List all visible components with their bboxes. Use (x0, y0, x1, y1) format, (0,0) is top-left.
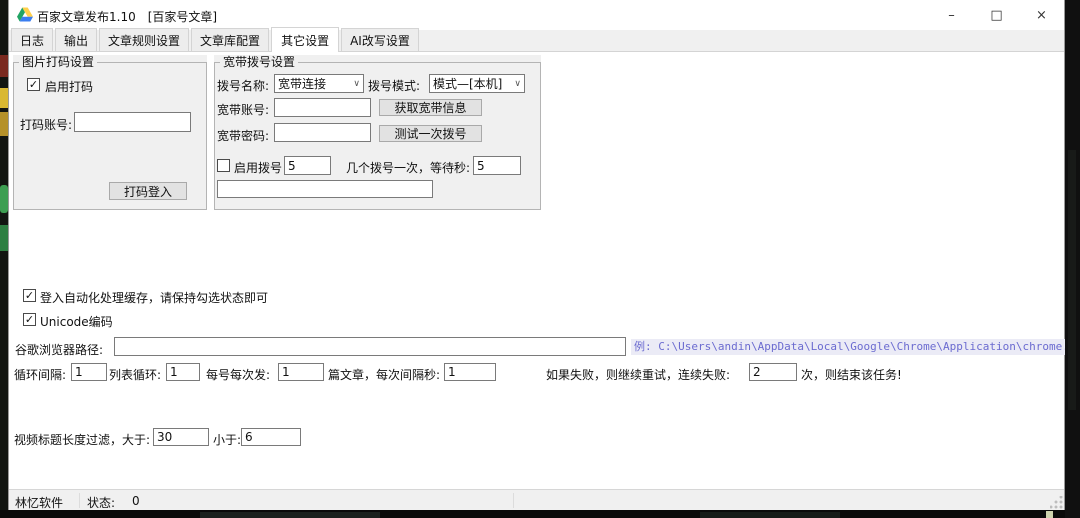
loop-interval-input[interactable] (71, 363, 107, 381)
minimize-button[interactable]: – (929, 0, 974, 30)
app-title-suffix: [百家号文章] (148, 10, 217, 24)
window-controls: – □ × (929, 0, 1064, 30)
tab-other-settings[interactable]: 其它设置 (271, 27, 339, 52)
tab-article-rules[interactable]: 文章规则设置 (99, 28, 189, 51)
window-title: 百家文章发布1.10 [百家号文章] (37, 8, 217, 25)
captcha-group-title: 图片打码设置 (19, 55, 97, 69)
statusbar-status-label: 状态: (87, 494, 115, 511)
enable-captcha-checkbox[interactable]: ✓ (27, 78, 40, 91)
dial-settings-group: 宽带拨号设置 拨号名称: 宽带连接 ∨ 拨号模式: 模式—[本机] ∨ 宽带账号… (214, 55, 541, 210)
test-dial-button[interactable]: 测试一次拨号 (379, 125, 482, 142)
gap-seconds-label: 篇文章，每次间隔秒: (328, 366, 440, 383)
app-window: 百家文章发布1.10 [百家号文章] – □ × 日志 输出 文章规则设置 文章库… (8, 0, 1065, 510)
video-title-filter-label: 视频标题长度过滤，大于: (14, 431, 150, 448)
video-title-max-input[interactable] (153, 428, 209, 446)
tab-output[interactable]: 输出 (55, 28, 97, 51)
maximize-button[interactable]: □ (974, 0, 1019, 30)
unicode-checkbox[interactable]: ✓ (23, 313, 36, 326)
status-bar: 林忆软件 状态: 0 (9, 489, 1064, 510)
video-title-min-label: 小于: (213, 431, 241, 448)
loop-interval-label: 循环间隔: (14, 366, 66, 383)
dial-mode-select[interactable]: 模式—[本机] ∨ (429, 74, 525, 93)
dial-mode-value: 模式—[本机] (433, 75, 502, 92)
dial-wait-label: 几个拨号一次，等待秒: (346, 159, 470, 176)
desktop-bottom-strip (0, 510, 1080, 518)
desktop-icon-fragment (0, 225, 8, 251)
tab-ai-rewrite[interactable]: AI改写设置 (341, 28, 419, 51)
dial-count-input[interactable] (284, 156, 331, 175)
chrome-path-input[interactable] (114, 337, 626, 356)
unicode-label: Unicode编码 (40, 313, 113, 330)
gap-seconds-input[interactable] (444, 363, 496, 381)
chevron-down-icon: ∨ (514, 79, 521, 89)
other-settings-page: 图片打码设置 ✓ 启用打码 打码账号: 打码登入 宽带拨号设置 拨号名称: 宽带… (9, 52, 1064, 489)
close-button[interactable]: × (1019, 0, 1064, 30)
enable-dial-label: 启用拨号 (234, 159, 282, 176)
statusbar-divider (79, 493, 80, 508)
desktop-taskbar-fragment (1046, 511, 1053, 518)
broadband-password-input[interactable] (274, 123, 371, 142)
tab-log[interactable]: 日志 (11, 28, 53, 51)
desktop-bottom-texture (200, 512, 380, 518)
dial-name-select[interactable]: 宽带连接 ∨ (274, 74, 364, 93)
chrome-path-label: 谷歌浏览器路径: (15, 341, 103, 358)
desktop-icon-fragment (0, 112, 8, 136)
fail-count-input[interactable] (749, 363, 797, 381)
desktop-left-strip (0, 0, 8, 518)
list-loop-input[interactable] (166, 363, 200, 381)
app-title: 百家文章发布1.10 (37, 10, 136, 24)
dial-name-label: 拨号名称: (217, 77, 269, 94)
resize-grip[interactable] (1050, 496, 1063, 509)
fail-retry-label: 如果失败，则继续重试，连续失败: (546, 366, 730, 383)
desktop-background: 百家文章发布1.10 [百家号文章] – □ × 日志 输出 文章规则设置 文章库… (0, 0, 1080, 518)
desktop-icon-fragment (0, 185, 8, 213)
chevron-down-icon: ∨ (353, 79, 360, 89)
chrome-path-hint: 例: C:\Users\andin\AppData\Local\Google\C… (631, 339, 1065, 355)
tab-bar: 日志 输出 文章规则设置 文章库配置 其它设置 AI改写设置 (9, 30, 1064, 52)
enable-captcha-label: 启用打码 (45, 78, 93, 95)
dial-name-value: 宽带连接 (278, 75, 326, 92)
statusbar-divider (513, 493, 514, 508)
dial-group-title: 宽带拨号设置 (220, 55, 298, 69)
captcha-account-label: 打码账号: (20, 116, 72, 133)
per-account-input[interactable] (278, 363, 324, 381)
dial-extra-input[interactable] (217, 180, 433, 198)
captcha-account-input[interactable] (74, 112, 191, 132)
broadband-account-label: 宽带账号: (217, 101, 269, 118)
broadband-password-label: 宽带密码: (217, 127, 269, 144)
dial-wait-input[interactable] (473, 156, 521, 175)
tab-article-library[interactable]: 文章库配置 (191, 28, 269, 51)
captcha-settings-group: 图片打码设置 ✓ 启用打码 打码账号: 打码登入 (13, 55, 207, 210)
desktop-bottom-texture (700, 512, 840, 518)
list-loop-label: 列表循环: (109, 366, 161, 383)
per-account-label: 每号每次发: (206, 366, 270, 383)
statusbar-status-value: 0 (132, 494, 140, 508)
statusbar-brand: 林忆软件 (15, 494, 63, 511)
app-icon (17, 7, 33, 22)
desktop-icon-fragment (0, 55, 8, 77)
captcha-login-button[interactable]: 打码登入 (109, 182, 187, 200)
desktop-right-texture (1068, 150, 1076, 410)
login-cache-label: 登入自动化处理缓存，请保持勾选状态即可 (40, 289, 268, 306)
video-title-min-input[interactable] (241, 428, 301, 446)
dial-mode-label: 拨号模式: (368, 77, 420, 94)
get-broadband-info-button[interactable]: 获取宽带信息 (379, 99, 482, 116)
desktop-icon-fragment (0, 88, 8, 108)
title-bar: 百家文章发布1.10 [百家号文章] – □ × (9, 0, 1064, 30)
login-cache-checkbox[interactable]: ✓ (23, 289, 36, 302)
fail-suffix-label: 次，则结束该任务! (801, 366, 902, 383)
enable-dial-checkbox[interactable] (217, 159, 230, 172)
broadband-account-input[interactable] (274, 98, 371, 117)
